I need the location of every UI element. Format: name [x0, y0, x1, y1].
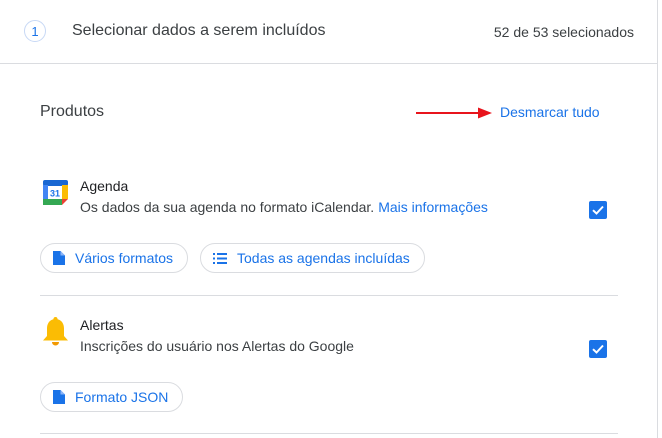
checkmark-icon — [592, 205, 604, 215]
format-chip[interactable]: Formato JSON — [40, 382, 184, 412]
alertas-checkbox[interactable] — [589, 340, 607, 358]
step-title: Selecionar dados a serem incluídos — [72, 22, 326, 39]
product-description-text: Os dados da sua agenda no formato iCalen… — [80, 199, 375, 215]
selected-count: 52 de 53 selecionados — [493, 24, 634, 40]
more-info-link[interactable]: Mais informações — [378, 199, 488, 215]
products-heading: Produtos — [40, 103, 105, 120]
product-description: Os dados da sua agenda no formato iCalen… — [80, 199, 488, 215]
divider — [40, 433, 618, 434]
step-header[interactable]: 1 Selecionar dados a serem incluídos 52 … — [0, 0, 658, 64]
format-chip[interactable]: Vários formatos — [40, 243, 189, 273]
file-icon — [53, 251, 65, 265]
calendars-chip[interactable]: Todas as agendas incluídas — [200, 243, 425, 273]
product-name: Alertas — [80, 317, 124, 333]
deselect-all-link[interactable]: Desmarcar tudo — [500, 104, 600, 120]
chip-label: Todas as agendas incluídas — [237, 250, 410, 266]
bell-icon — [43, 317, 68, 346]
product-description: Inscrições do usuário nos Alertas do Goo… — [80, 338, 354, 354]
google-calendar-icon: 31 — [43, 180, 68, 205]
export-card: 1 Selecionar dados a serem incluídos 52 … — [0, 0, 658, 438]
agenda-checkbox[interactable] — [589, 201, 607, 219]
product-name: Agenda — [80, 178, 129, 194]
step-number: 1 — [24, 20, 46, 42]
divider — [40, 295, 618, 296]
chip-label: Vários formatos — [75, 250, 174, 266]
checkmark-icon — [592, 344, 604, 354]
file-icon — [53, 390, 65, 404]
list-icon — [213, 252, 227, 264]
svg-text:31: 31 — [50, 189, 60, 199]
annotation-arrow-icon — [416, 107, 492, 119]
chip-label: Formato JSON — [75, 389, 169, 405]
